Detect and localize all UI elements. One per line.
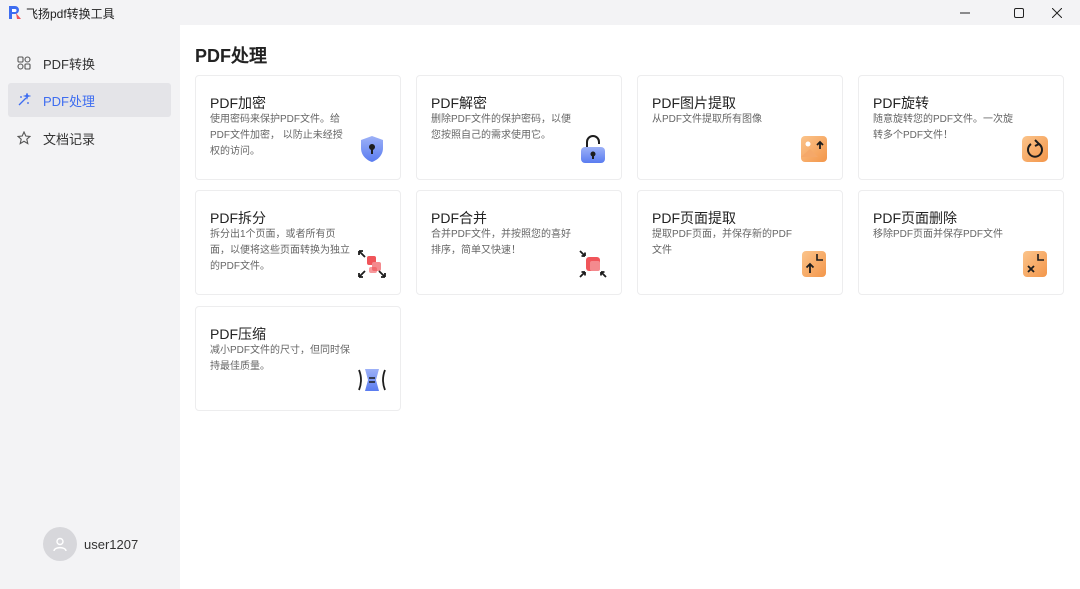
minimize-button[interactable] [942,0,988,25]
merge-icon [579,250,607,278]
app-logo-icon [9,6,21,19]
card-pdf-image-extract[interactable]: PDF图片提取 从PDF文件提取所有图像 [637,75,843,180]
card-title: PDF页面提取 [652,210,736,226]
page-extract-icon [802,251,826,277]
page-delete-icon [1023,251,1047,277]
card-description: 移除PDF页面并保存PDF文件 [873,229,1003,240]
user-name: user1207 [84,536,139,552]
compress-icon [358,369,386,391]
card-title: PDF页面删除 [873,210,957,226]
user-profile[interactable]: user1207 [43,527,138,561]
card-title: PDF解密 [431,95,487,111]
sidebar-item-label: PDF转换 [43,56,96,72]
window-title: 飞扬pdf转换工具 [26,7,115,21]
rotate-icon [1022,136,1048,162]
card-title: PDF压缩 [210,326,266,342]
card-pdf-page-extract[interactable]: PDF页面提取 提取PDF页面，并保存新的PDF文件 [637,190,843,295]
card-description: 使用密码来保护PDF文件。给PDF文件加密， 以防止未经授权的访问。 [210,114,343,157]
card-pdf-merge[interactable]: PDF合并 合并PDF文件，并按照您的喜好排序，简单又快速！ [416,190,622,295]
card-title: PDF图片提取 [652,95,736,111]
unlock-icon [581,135,605,163]
user-icon [53,537,67,552]
card-pdf-compress[interactable]: PDF压缩 减小PDF文件的尺寸，但同时保持最佳质量。 [195,306,401,411]
card-description: 删除PDF文件的保护密码，以便您按照自己的需求使用它。 [431,114,571,141]
image-extract-icon [801,136,827,162]
title-bar: 飞扬pdf转换工具 [0,0,1080,25]
card-title: PDF加密 [210,95,266,111]
close-icon [1052,7,1062,18]
card-description: 合并PDF文件，并按照您的喜好排序，简单又快速！ [431,229,571,256]
maximize-icon [1014,7,1024,18]
sidebar-item-pdf-process[interactable]: PDF处理 [8,83,171,117]
card-description: 随意旋转您的PDF文件。一次旋转多个PDF文件！ [873,114,1013,141]
shield-lock-icon [361,136,383,162]
card-pdf-page-delete[interactable]: PDF页面删除 移除PDF页面并保存PDF文件 [858,190,1064,295]
card-pdf-split[interactable]: PDF拆分 拆分出1个页面，或者所有页面，以便将这些页面转换为独立的PDF文件。 [195,190,401,295]
minimize-icon [960,12,970,13]
split-icon [358,250,386,278]
card-description: 减小PDF文件的尺寸，但同时保持最佳质量。 [210,345,350,372]
convert-icon [17,56,31,70]
sidebar-item-label: PDF处理 [43,93,96,109]
star-icon [17,131,31,145]
card-description: 从PDF文件提取所有图像 [652,114,762,125]
card-title: PDF合并 [431,210,487,226]
card-description: 拆分出1个页面，或者所有页面，以便将这些页面转换为独立的PDF文件。 [210,229,350,272]
card-description: 提取PDF页面，并保存新的PDF文件 [652,229,792,256]
card-pdf-decrypt[interactable]: PDF解密 删除PDF文件的保护密码，以便您按照自己的需求使用它。 [416,75,622,180]
sidebar-item-pdf-convert[interactable]: PDF转换 [8,46,171,80]
wand-icon [17,93,31,107]
card-pdf-encrypt[interactable]: PDF加密 使用密码来保护PDF文件。给PDF文件加密， 以防止未经授权的访问。 [195,75,401,180]
page-title: PDF处理 [195,46,267,66]
main-panel: PDF处理 PDF加密 使用密码来保护PDF文件。给PDF文件加密， 以防止未经… [180,25,1080,589]
card-pdf-rotate[interactable]: PDF旋转 随意旋转您的PDF文件。一次旋转多个PDF文件！ [858,75,1064,180]
close-button[interactable] [1034,0,1080,25]
sidebar: PDF转换 PDF处理 文档记录 user1207 [0,25,180,589]
card-title: PDF拆分 [210,210,266,226]
sidebar-item-label: 文档记录 [43,131,96,147]
sidebar-item-doc-records[interactable]: 文档记录 [8,121,171,155]
card-title: PDF旋转 [873,95,929,111]
avatar[interactable] [43,527,77,561]
